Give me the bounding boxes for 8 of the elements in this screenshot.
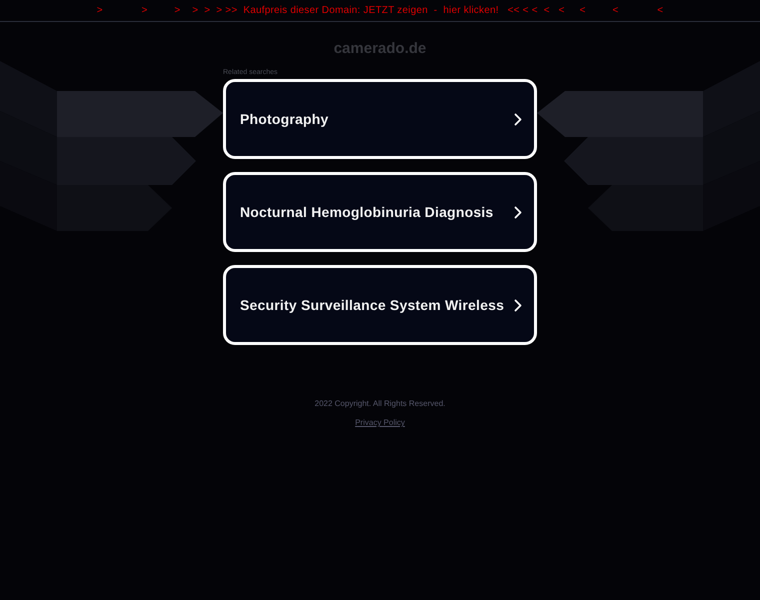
search-link[interactable]: Security Surveillance System Wireless (223, 265, 537, 345)
domain-sale-link[interactable]: > > > > > > >> Kaufpreis dieser Domain: JETZT zeigen - hier klicken! << < < < < < < < (0, 0, 760, 22)
search-link[interactable]: Photography (223, 79, 537, 159)
chevron-icon (514, 206, 522, 218)
copyright-text: 2022 Copyright. All Rights Reserved. (314, 399, 446, 408)
search-link[interactable]: Nocturnal Hemoglobinuria Diagnosis (223, 172, 537, 252)
chevron-icon (514, 298, 522, 312)
chevron-icon (514, 112, 522, 126)
